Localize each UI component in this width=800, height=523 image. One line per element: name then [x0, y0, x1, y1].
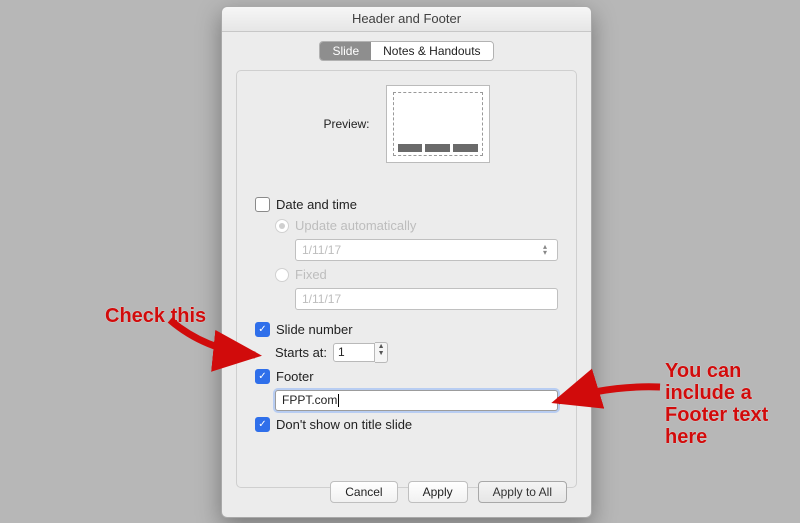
starts-at-stepper[interactable]: 1 ▲▼ — [333, 343, 388, 361]
tab-bar: Slide Notes & Handouts — [222, 41, 591, 61]
date-time-label: Date and time — [276, 197, 357, 212]
chevron-updown-icon: ▴▾ — [539, 244, 551, 256]
apply-to-all-button[interactable]: Apply to All — [478, 481, 567, 503]
footer-input-value: FPPT.com — [282, 393, 337, 407]
fixed-radio — [275, 268, 289, 282]
annotation-arrow-1-icon — [165, 315, 275, 365]
tab-slide[interactable]: Slide — [320, 42, 371, 60]
fixed-date-input: 1/11/17 — [295, 288, 558, 310]
annotation-footer-text: You can include a Footer text here — [665, 360, 768, 448]
slide-number-label: Slide number — [276, 322, 353, 337]
preview-thumbnail — [386, 85, 490, 163]
preview-label: Preview: — [323, 117, 369, 131]
update-auto-radio — [275, 219, 289, 233]
annotation-arrow-2-icon — [550, 375, 670, 415]
header-footer-dialog: Header and Footer Slide Notes & Handouts… — [221, 6, 592, 518]
dialog-title: Header and Footer — [222, 7, 591, 32]
slide-panel: Preview: Date and time Update automatica… — [236, 70, 577, 488]
auto-date-select: 1/11/17 ▴▾ — [295, 239, 558, 261]
fixed-label: Fixed — [295, 267, 327, 282]
cancel-button[interactable]: Cancel — [330, 481, 397, 503]
date-time-checkbox[interactable] — [255, 197, 270, 212]
update-auto-label: Update automatically — [295, 218, 416, 233]
starts-at-value[interactable]: 1 — [333, 343, 375, 362]
auto-date-value: 1/11/17 — [302, 243, 341, 257]
stepper-buttons-icon[interactable]: ▲▼ — [375, 342, 388, 363]
tab-notes-handouts[interactable]: Notes & Handouts — [371, 42, 492, 60]
footer-checkbox[interactable]: ✓ — [255, 369, 270, 384]
starts-at-label: Starts at: — [275, 345, 327, 360]
apply-button[interactable]: Apply — [408, 481, 468, 503]
dont-show-title-checkbox[interactable]: ✓ — [255, 417, 270, 432]
footer-label: Footer — [276, 369, 314, 384]
dont-show-title-label: Don't show on title slide — [276, 417, 412, 432]
text-caret-icon — [338, 394, 339, 407]
footer-input[interactable]: FPPT.com — [275, 390, 558, 411]
